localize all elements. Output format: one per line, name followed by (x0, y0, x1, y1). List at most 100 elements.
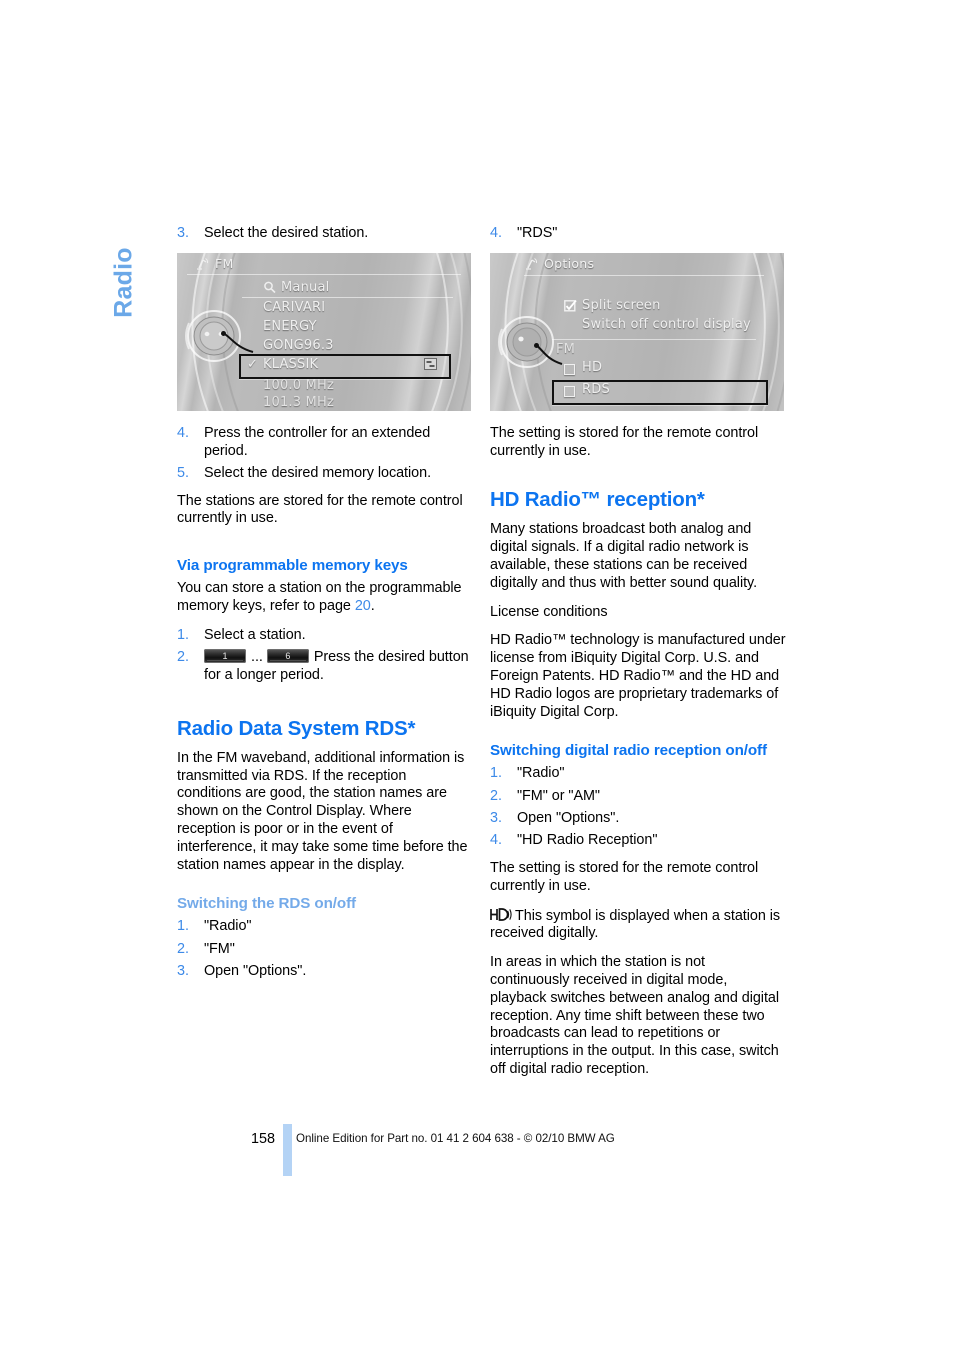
idrive-screenshot-fm-station-list: FM Manual CARIVARI ENERGY GONG96.3 ✓ KLA… (177, 252, 471, 411)
step-text: "Radio" (517, 765, 565, 782)
list-item: 4. "RDS" (490, 225, 787, 243)
hd-option-label[interactable]: HD (582, 360, 602, 375)
hd-station-icon (424, 357, 437, 370)
list-divider (552, 338, 756, 340)
memory-keys-intro-b: . (370, 598, 375, 615)
setting-stored-note-1: The setting is stored for the remote con… (490, 424, 759, 459)
antenna-icon (526, 257, 538, 270)
heading-hd-radio-reception: HD Radio™ reception* (490, 488, 705, 512)
rds-body-text: In the FM waveband, additional informati… (177, 749, 468, 873)
page-number: 158 (251, 1131, 276, 1147)
hd-radio-body-text: Many stations broadcast both analog and … (490, 521, 758, 591)
split-screen-label[interactable]: Split screen (582, 298, 661, 313)
step-text: Select the desired station. (204, 225, 369, 241)
list-item: 3. Select the desired station. (177, 225, 474, 243)
step-number: 1. (490, 765, 502, 782)
step-text: "RDS" (517, 225, 558, 241)
memory-key-1-label: 1 (222, 651, 228, 662)
manual-page: Radio 3. Select the desired station. FM … (0, 0, 954, 1350)
selected-station-label[interactable]: KLASSIK (263, 357, 318, 372)
station-row-2[interactable]: GONG96.3 (263, 338, 334, 353)
step-list-switching-digital-radio: 1. "Radio" 2. "FM" or "AM" 3. Open "Opti… (490, 765, 787, 850)
frequency-row-1[interactable]: 101.3 MHz (263, 395, 334, 410)
digital-reception-final-note: In areas in which the station is not con… (490, 954, 780, 1078)
step-number: 3. (490, 809, 502, 826)
memory-key-1-icon[interactable]: 1 (204, 649, 246, 664)
idrive-screenshot-options: Options Split screen Switch off control (490, 252, 784, 411)
list-item: 3. Open "Options". (490, 810, 787, 828)
hd-symbol-note-text: This symbol is displayed when a station … (490, 907, 781, 942)
step-list-memory-keys: 1. Select a station. 2. 1... 6 Press the … (177, 627, 474, 685)
step-text: "FM" (204, 940, 235, 957)
list-item: 1. Select a station. (177, 627, 474, 645)
step-number: 4. (490, 832, 502, 849)
checkbox-checked-icon[interactable] (564, 299, 577, 312)
station-row-0[interactable]: CARIVARI (263, 300, 325, 315)
list-item: 4. Press the controller for an extended … (177, 425, 474, 461)
list-divider (242, 296, 453, 298)
screen-title: FM (215, 255, 234, 271)
group-label-fm: FM (556, 341, 576, 357)
memory-keys-intro: You can store a station on the programma… (177, 580, 474, 616)
list-item: 2. "FM" or "AM" (490, 788, 787, 806)
step-number: 4. (490, 225, 502, 241)
step-number: 2. (177, 940, 189, 957)
stations-stored-note: The stations are stored for the remote c… (177, 492, 463, 527)
antenna-icon (197, 257, 209, 270)
chapter-tab: Radio (104, 222, 144, 352)
checkbox-rds[interactable] (564, 385, 575, 397)
checkbox-hd[interactable] (564, 363, 575, 375)
step-number: 4. (177, 424, 189, 441)
step-text: Select the desired memory location. (204, 464, 432, 481)
screen-title: Options (544, 255, 595, 271)
memory-keys-intro-a: You can store a station on the programma… (177, 580, 462, 615)
license-conditions-body: HD Radio™ technology is manufactured und… (490, 632, 786, 720)
magnifier-icon (264, 281, 276, 293)
step-text: Select a station. (204, 626, 306, 643)
list-item: 1. "Radio" (490, 765, 787, 783)
step-number: 1. (177, 918, 189, 935)
hd-symbol-note: This symbol is displayed when a station … (490, 907, 787, 944)
footer-edition-text: Online Edition for Part no. 01 41 2 604 … (296, 1132, 615, 1145)
list-item: 2. 1... 6 Press the desired button for a … (177, 649, 474, 685)
memory-key-ellipsis: ... (251, 649, 263, 666)
page-reference-link[interactable]: 20 (355, 598, 371, 614)
list-item: 1. "Radio" (177, 918, 474, 936)
step-number: 2. (177, 649, 189, 666)
step-number: 3. (177, 225, 189, 241)
titlebar-divider (524, 274, 764, 276)
step-text: Open "Options". (517, 809, 620, 826)
step-list-switching-rds: 1. "Radio" 2. "FM" 3. Open "Options". (177, 918, 474, 980)
chapter-tab-label: Radio (109, 247, 138, 318)
list-item: 5. Select the desired memory location. (177, 465, 474, 483)
step-list-store-station: 4. Press the controller for an extended … (177, 425, 474, 483)
setting-stored-note-2: The setting is stored for the remote con… (490, 860, 759, 894)
selected-station-check: ✓ (247, 356, 259, 372)
step-text: "Radio" (204, 918, 252, 935)
step-number: 1. (177, 626, 189, 643)
step-list-select-station: 3. Select the desired station. (177, 225, 474, 243)
hd-radio-logo-icon (490, 907, 512, 922)
switch-off-display-label[interactable]: Switch off control display (582, 317, 751, 332)
heading-switching-rds-on-off: Switching the RDS on/off (177, 895, 356, 913)
license-conditions-label: License conditions (490, 603, 608, 620)
right-column: 4. "RDS" Options Split screen Switch off… (490, 225, 787, 1090)
frequency-row-0[interactable]: 100.0 MHz (263, 378, 334, 393)
heading-switching-digital-radio: Switching digital radio reception on/off (490, 742, 767, 760)
step-text: Open "Options". (204, 962, 307, 979)
step-text: Press the controller for an extended per… (204, 424, 431, 459)
list-item: 4. "HD Radio Reception" (490, 832, 787, 850)
station-row-1[interactable]: ENERGY (263, 319, 317, 334)
titlebar-divider (187, 273, 461, 275)
memory-key-6-icon[interactable]: 6 (266, 649, 309, 664)
step-number: 5. (177, 464, 189, 481)
memory-key-6-label: 6 (285, 651, 291, 662)
list-item: 3. Open "Options". (177, 963, 474, 981)
rds-option-label[interactable]: RDS (582, 382, 610, 397)
step-number: 3. (177, 962, 189, 979)
manual-row-label[interactable]: Manual (281, 280, 329, 295)
footer-accent-bar (283, 1124, 292, 1176)
